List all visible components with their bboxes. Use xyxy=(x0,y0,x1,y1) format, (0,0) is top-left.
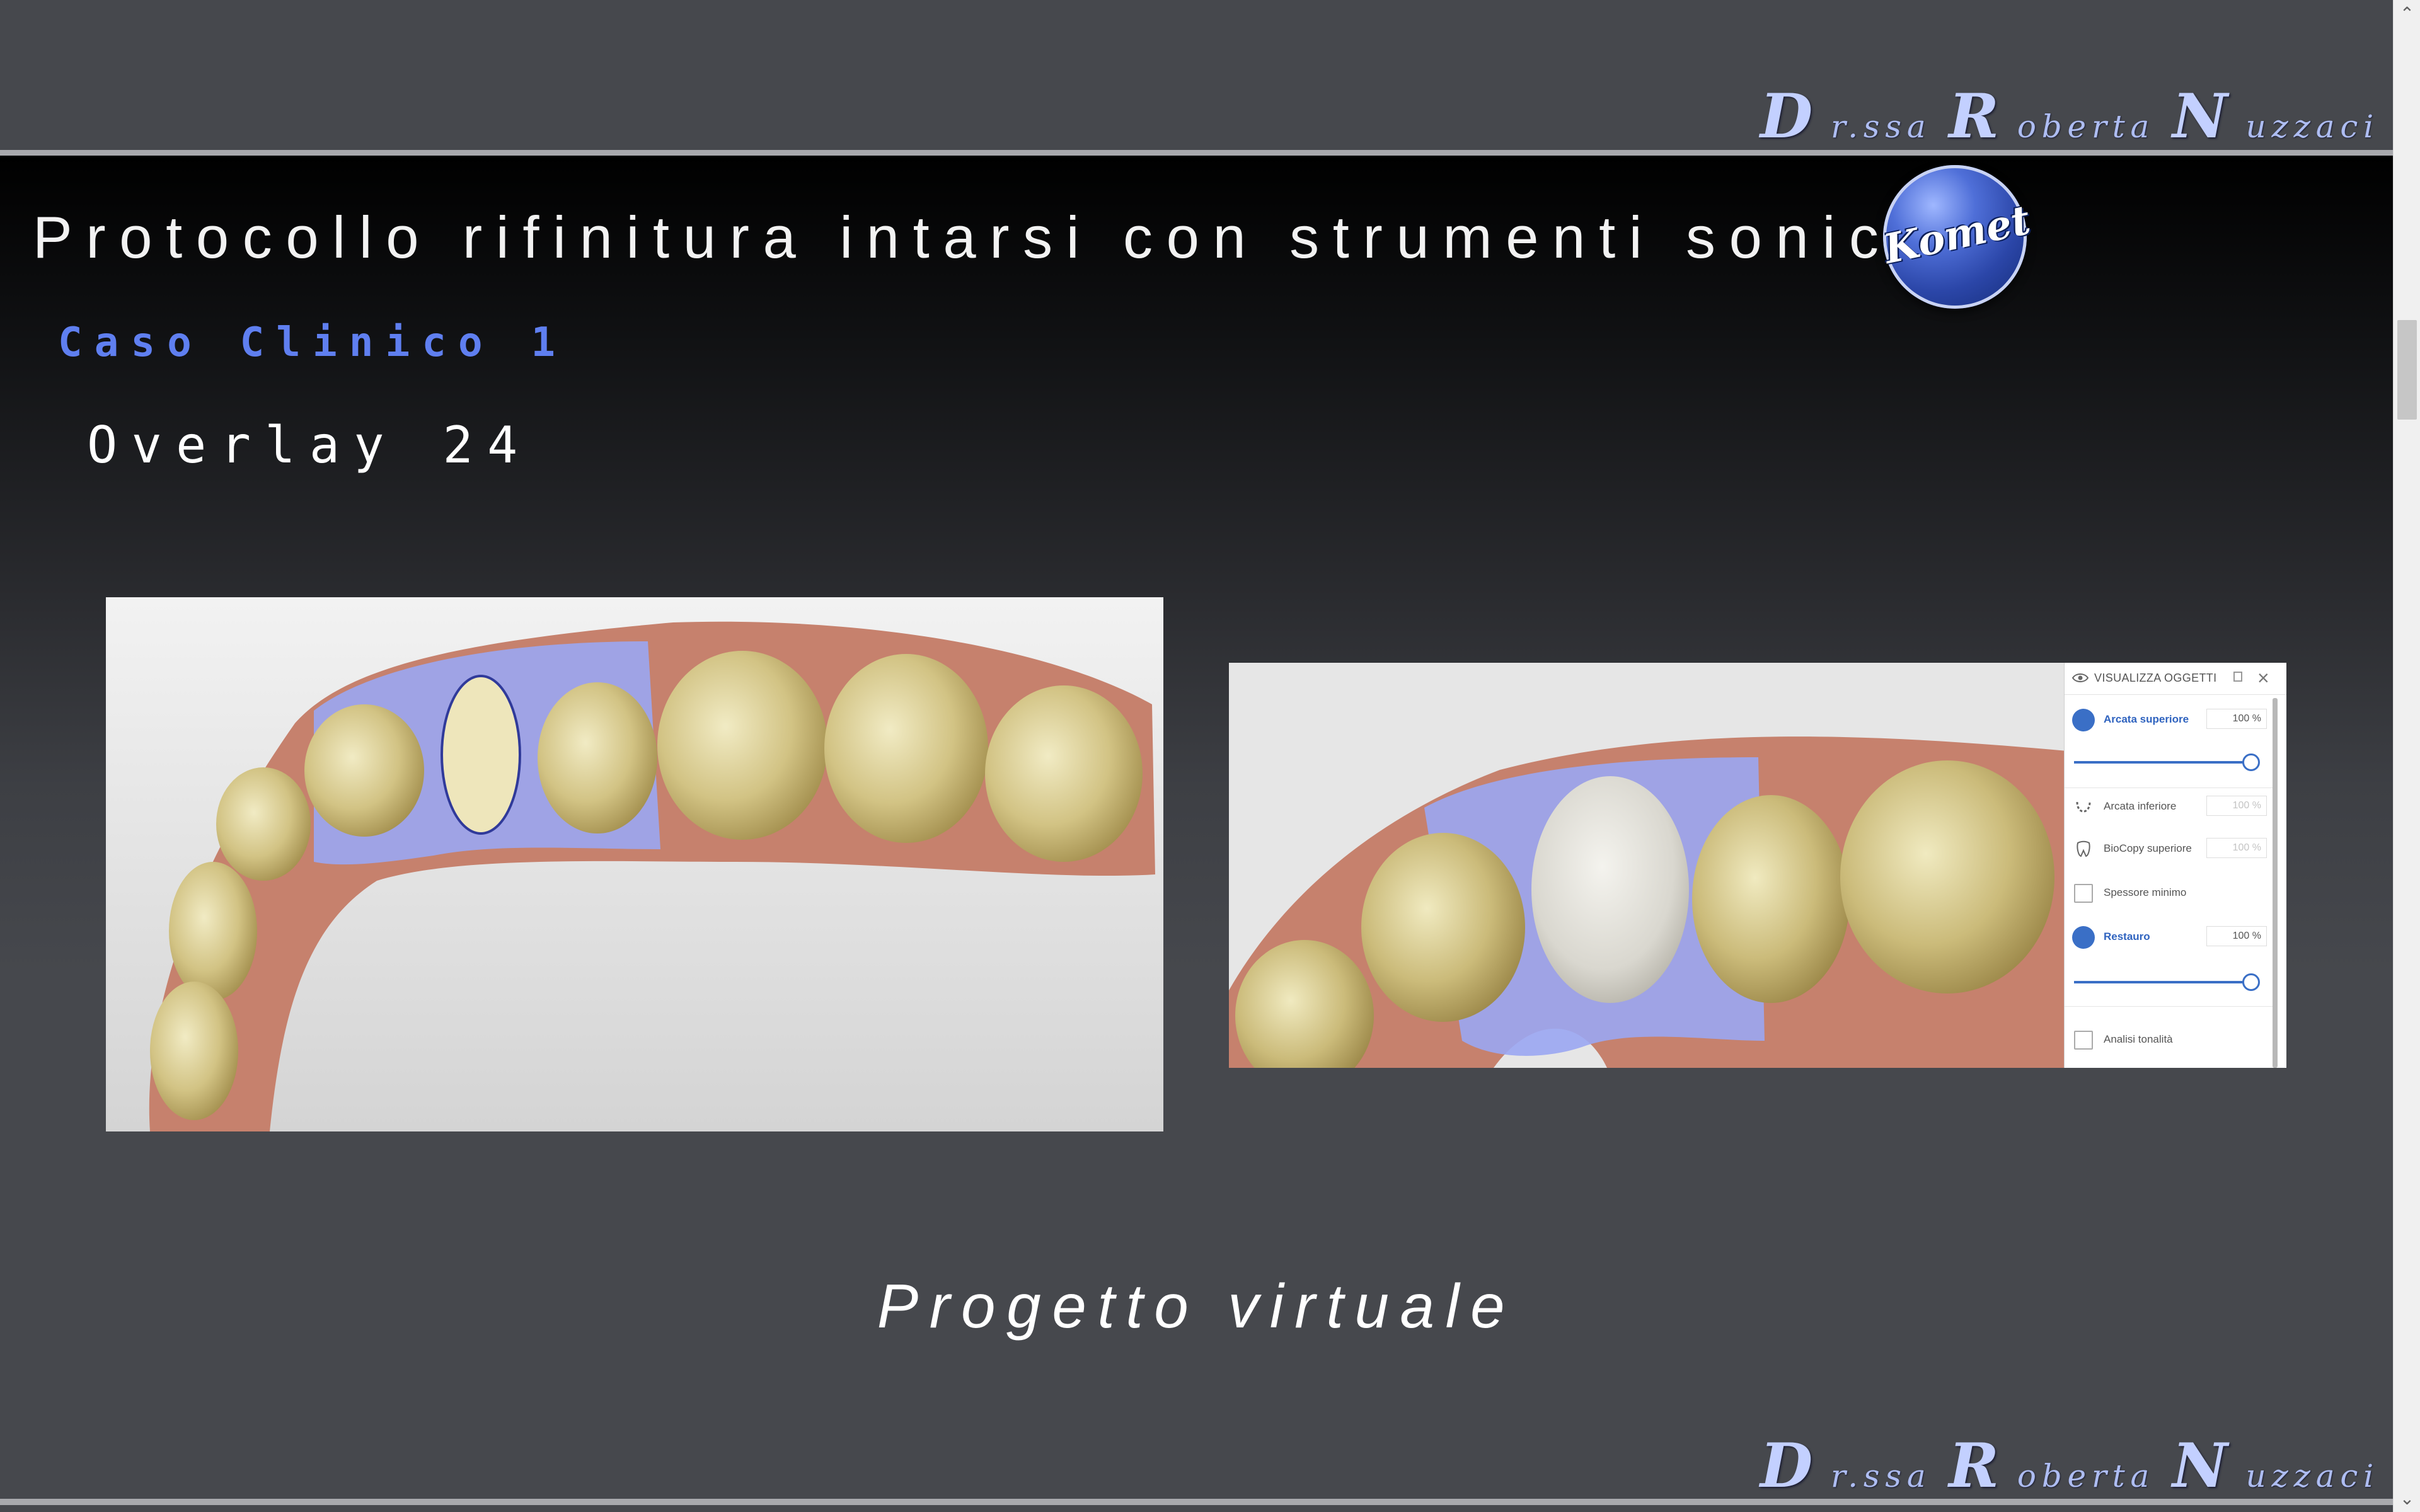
row-label: Restauro xyxy=(2104,931,2150,942)
row-label: Arcata superiore xyxy=(2104,713,2189,725)
signature-top: Dr.ssa Roberta Nuzzaci xyxy=(1760,81,2379,152)
view-objects-panel: VISUALIZZA OGGETTI × Arcata superiore 10… xyxy=(2064,663,2286,1068)
panel-header: VISUALIZZA OGGETTI × xyxy=(2065,663,2286,695)
opacity-field[interactable]: 100 % xyxy=(2206,926,2267,946)
signature-bottom: Dr.ssa Roberta Nuzzaci xyxy=(1760,1430,2379,1501)
page-scrollbar[interactable]: ⌃ ⌄ xyxy=(2393,0,2420,1512)
signature-initial: D xyxy=(1760,1430,1831,1501)
row-arcata-inferiore[interactable]: Arcata inferiore 100 % xyxy=(2065,788,2273,825)
eye-icon xyxy=(2072,673,2089,682)
signature-initial: N xyxy=(2172,1430,2246,1501)
row-restauro[interactable]: Restauro 100 % xyxy=(2065,918,2273,956)
pin-icon[interactable] xyxy=(2233,672,2242,682)
page: Dr.ssa Roberta Nuzzaci Protocollo rifini… xyxy=(0,0,2393,1512)
slider-knob[interactable] xyxy=(2242,973,2260,991)
signature-part: r.ssa xyxy=(1831,1458,1932,1494)
panel-scrollbar[interactable] xyxy=(2273,698,2278,1068)
arch-icon xyxy=(2076,801,2091,813)
checkbox-icon[interactable] xyxy=(2074,1031,2093,1050)
signature-initial: R xyxy=(1949,81,2017,152)
panel-title: VISUALIZZA OGGETTI xyxy=(2094,672,2217,684)
scroll-up-icon[interactable]: ⌃ xyxy=(2394,0,2420,27)
signature-part: oberta xyxy=(2017,1458,2155,1494)
opacity-field[interactable]: 100 % xyxy=(2206,838,2267,858)
checkbox-icon[interactable] xyxy=(2074,884,2093,903)
next-slide-strip xyxy=(0,1505,2393,1512)
arch-illustration xyxy=(106,597,1163,1131)
slide: Protocollo rifinitura intarsi con strume… xyxy=(0,156,2393,1501)
row-label: BioCopy superiore xyxy=(2104,842,2192,854)
row-arcata-superiore[interactable]: Arcata superiore 100 % xyxy=(2065,701,2273,738)
slider-knob[interactable] xyxy=(2242,753,2260,771)
overlay-heading: Overlay 24 xyxy=(87,416,532,474)
scroll-down-icon[interactable]: ⌄ xyxy=(2394,1485,2420,1512)
row-label: Spessore minimo xyxy=(2104,886,2187,898)
opacity-slider-restauro[interactable] xyxy=(2074,973,2260,991)
logo-text: Komet xyxy=(1879,196,2035,273)
tooth-icon xyxy=(2072,926,2095,949)
signature-initial: N xyxy=(2172,81,2246,152)
row-biocopy-superiore[interactable]: BioCopy superiore 100 % xyxy=(2065,830,2273,868)
scan-image-arch xyxy=(106,597,1163,1131)
signature-part: r.ssa xyxy=(1831,108,1932,145)
signature-part: uzzaci xyxy=(2245,1458,2379,1494)
slide-caption: Progetto virtuale xyxy=(877,1271,1516,1341)
separator xyxy=(2065,1006,2273,1007)
arch-icon xyxy=(2072,709,2095,731)
slide-divider-bottom xyxy=(0,1499,2393,1505)
row-label: Analisi tonalità xyxy=(2104,1033,2173,1045)
scan-image-restoration: VISUALIZZA OGGETTI × Arcata superiore 10… xyxy=(1229,663,2286,1068)
signature-part: uzzaci xyxy=(2245,108,2379,145)
row-spessore-minimo[interactable]: Spessore minimo xyxy=(2065,874,2273,912)
slide-divider xyxy=(0,150,2393,156)
close-icon[interactable]: × xyxy=(2257,668,2269,688)
tooth-icon xyxy=(2077,840,2090,857)
slide-title: Protocollo rifinitura intarsi con strume… xyxy=(33,204,1920,270)
signature-part: oberta xyxy=(2017,108,2155,145)
row-label: Arcata inferiore xyxy=(2104,800,2177,812)
case-subtitle: Caso Clinico 1 xyxy=(58,319,568,366)
row-analisi-tonalita[interactable]: Analisi tonalità xyxy=(2065,1021,2273,1058)
signature-initial: D xyxy=(1760,81,1831,152)
signature-initial: R xyxy=(1949,1430,2017,1501)
opacity-slider-arcata[interactable] xyxy=(2074,753,2260,771)
komet-logo: Komet xyxy=(1880,165,2034,309)
opacity-field[interactable]: 100 % xyxy=(2206,796,2267,816)
scrollbar-thumb[interactable] xyxy=(2397,320,2417,420)
opacity-field[interactable]: 100 % xyxy=(2206,709,2267,729)
